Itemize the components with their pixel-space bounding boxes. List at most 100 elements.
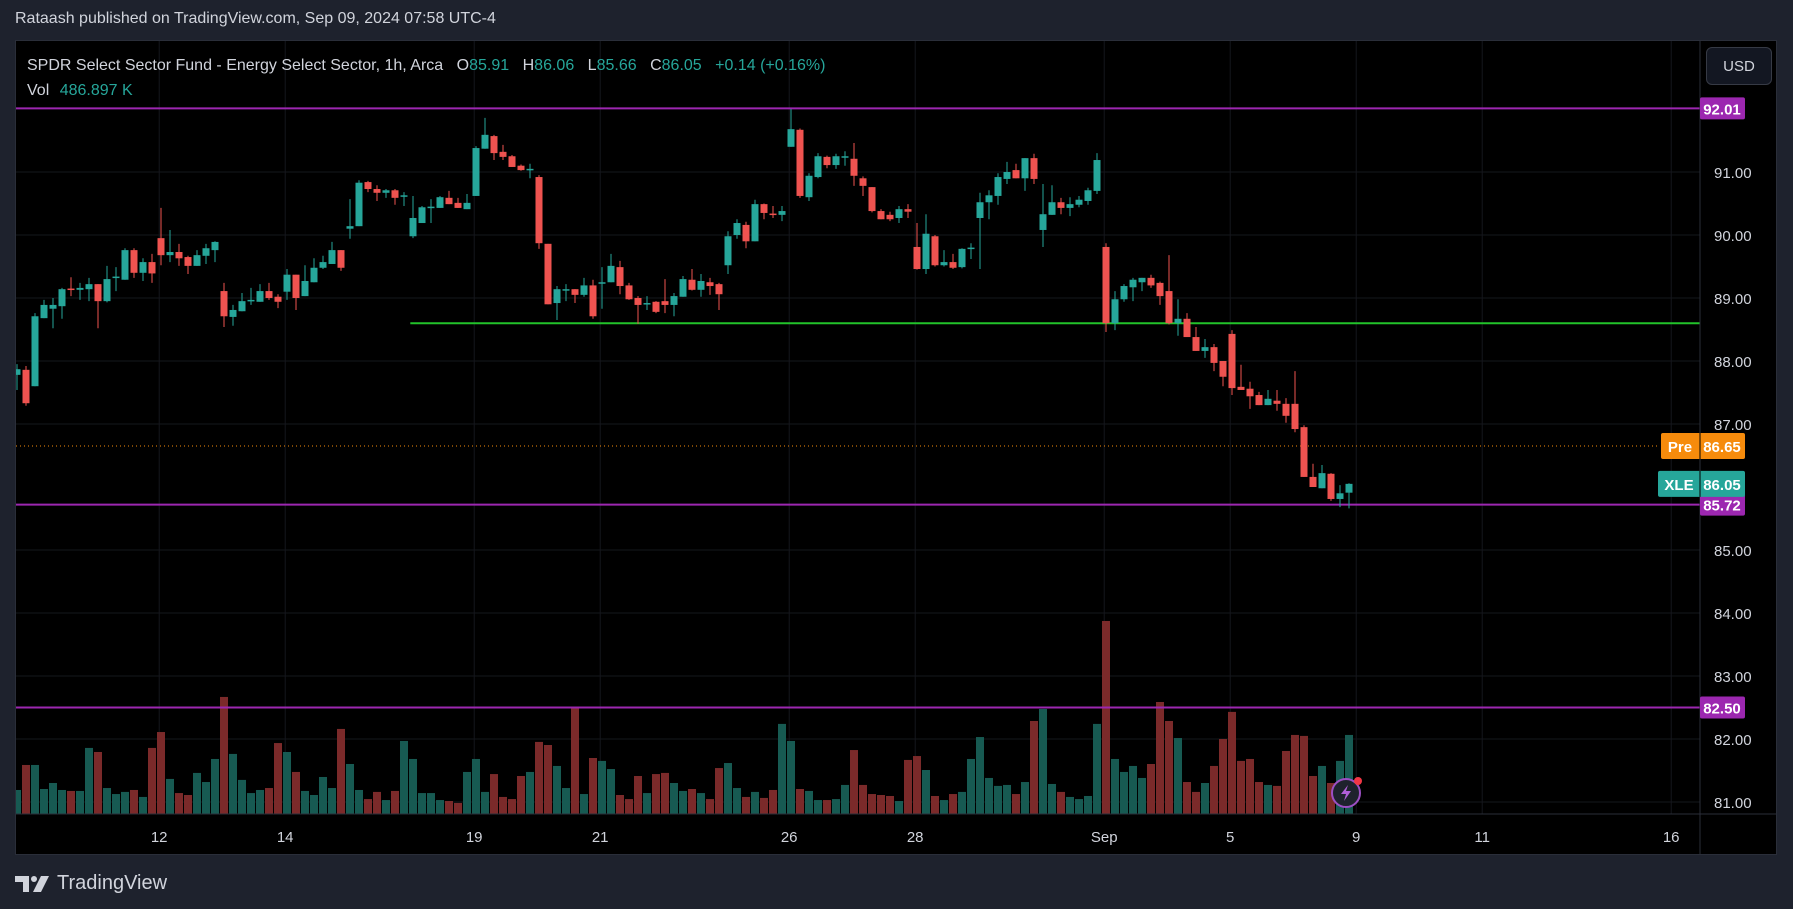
volume-bar (1030, 720, 1038, 814)
volume-bar (580, 794, 588, 814)
volume-bar (1003, 784, 1011, 814)
volume-bar (625, 799, 633, 814)
volume-bar (1219, 739, 1227, 814)
volume-bar (355, 789, 363, 814)
candle-up (193, 255, 201, 266)
candle-up (562, 289, 570, 291)
candlestick-chart[interactable]: 91.00 90.00 89.00 88.00 87.00 85.00 84.00 83.00… (0, 0, 1793, 909)
volume-bar (1201, 782, 1209, 814)
volume-bar (994, 785, 1002, 814)
candle-up (436, 197, 444, 208)
volume-bar (1048, 783, 1056, 814)
time-tick-label: 28 (907, 829, 924, 846)
candle-down (337, 250, 345, 268)
candle-down (661, 301, 669, 305)
volume-bar (958, 791, 966, 814)
candle-up (247, 299, 255, 302)
volume-bar (256, 789, 264, 814)
candle-up (481, 134, 489, 149)
candle-down (1309, 476, 1317, 487)
symbol-title[interactable]: SPDR Select Sector Fund - Energy Select … (27, 57, 443, 74)
volume-bar (130, 789, 138, 814)
time-tick-label: 11 (1474, 829, 1490, 846)
tradingview-logo[interactable]: TradingView (15, 872, 167, 895)
candle-down (508, 156, 516, 167)
volume-bar (886, 795, 894, 814)
symbol-legend: SPDR Select Sector Fund - Energy Select … (27, 53, 825, 103)
candle-down (157, 238, 165, 256)
candle-down (364, 182, 372, 190)
volume-bars (16, 620, 1353, 814)
candle-up (751, 204, 759, 242)
candle-down (373, 189, 381, 193)
high-value: 86.06 (534, 57, 575, 74)
volume-bar (31, 764, 39, 814)
candle-down (94, 284, 102, 302)
candle-up (580, 285, 588, 295)
candle-up (31, 316, 39, 387)
volume-bar (589, 757, 597, 814)
candle-down (22, 369, 30, 404)
candle-up (103, 279, 111, 302)
candle-down (184, 257, 192, 266)
alert-button[interactable] (1331, 777, 1362, 808)
candle-down (742, 224, 750, 242)
time-tick-label: 9 (1352, 829, 1360, 846)
volume-bar (643, 793, 651, 814)
candle-down (859, 178, 867, 186)
time-tick-label: Sep (1091, 829, 1118, 846)
volume-bar (634, 776, 642, 814)
volume-bar (1291, 734, 1299, 814)
volume-bar (139, 796, 147, 814)
candle-up (328, 250, 336, 264)
candle-down (1300, 427, 1308, 477)
time-tick-label: 12 (151, 829, 168, 846)
candle-down (130, 250, 138, 273)
candle-up (58, 289, 66, 307)
candles (16, 109, 1353, 509)
open-label: O (456, 57, 470, 74)
volume-bar (760, 797, 768, 814)
volume-bar (193, 772, 201, 814)
candle-down (1156, 282, 1164, 297)
candle-up (346, 226, 354, 229)
candle-down (1012, 170, 1020, 179)
volume-bar (148, 747, 156, 814)
candle-up (427, 206, 435, 209)
candle-down (589, 285, 597, 317)
level-price-label: 82.50 (1703, 701, 1741, 718)
volume-bar (1210, 765, 1218, 814)
candle-up (1120, 286, 1128, 300)
notification-dot (1354, 777, 1362, 785)
volume-bar (985, 777, 993, 814)
volume-bar (733, 788, 741, 814)
volume-bar (400, 740, 408, 814)
candle-up (418, 207, 426, 224)
candle-up (40, 304, 48, 319)
volume-bar (1093, 723, 1101, 814)
volume-bar (373, 791, 381, 814)
candle-down (1057, 202, 1065, 208)
candle-down (445, 197, 453, 205)
price-tick-label: 91.00 (1714, 165, 1752, 182)
volume-bar (1309, 776, 1317, 814)
currency-button[interactable]: USD (1706, 47, 1772, 85)
lightning-bolt-icon (1341, 785, 1351, 801)
candle-down (868, 187, 876, 212)
candle-up (1039, 214, 1047, 230)
volume-bar (1129, 765, 1137, 814)
volume-bar (661, 772, 669, 814)
candle-down (571, 289, 579, 295)
candle-up (16, 369, 21, 375)
price-tick-label: 81.00 (1714, 795, 1752, 812)
volume-bar (967, 758, 975, 814)
candle-up (121, 250, 129, 280)
volume-bar (445, 801, 453, 814)
time-axis[interactable]: 12 14 19 21 26 28 Sep 5 9 11 16 (151, 829, 1680, 846)
candle-up (1318, 473, 1326, 489)
volume-bar (16, 789, 21, 814)
candle-up (841, 156, 849, 158)
volume-bar (1165, 720, 1173, 814)
candle-up (1201, 347, 1209, 351)
volume-bar (94, 751, 102, 814)
